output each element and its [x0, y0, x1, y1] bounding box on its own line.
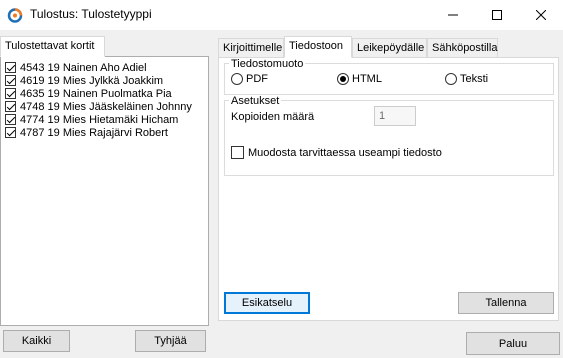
- save-button[interactable]: Tallenna: [458, 292, 554, 314]
- card-checkbox[interactable]: [5, 88, 16, 99]
- clear-selection-button[interactable]: Tyhjää: [135, 330, 206, 352]
- radio-text[interactable]: Teksti: [445, 73, 488, 85]
- card-checkbox[interactable]: [5, 62, 16, 73]
- card-checkbox[interactable]: [5, 114, 16, 125]
- minimize-button[interactable]: [431, 0, 475, 30]
- close-button[interactable]: [519, 0, 563, 30]
- list-item[interactable]: 4774 19 Mies Hietamäki Hicham: [5, 113, 178, 126]
- radio-button[interactable]: [231, 73, 243, 85]
- tab-clipboard[interactable]: Leikepöydälle: [352, 38, 427, 58]
- back-button[interactable]: Paluu: [466, 332, 560, 355]
- window-title: Tulostus: Tulostetyyppi: [30, 7, 152, 21]
- card-checkbox[interactable]: [5, 127, 16, 138]
- card-checkbox[interactable]: [5, 75, 16, 86]
- card-label: 4748 19 Mies Jääskeläinen Johnny: [20, 100, 192, 113]
- list-item[interactable]: 4748 19 Mies Jääskeläinen Johnny: [5, 100, 192, 113]
- minimize-icon: [448, 14, 458, 16]
- list-item[interactable]: 4619 19 Mies Jylkkä Joakkim: [5, 74, 163, 87]
- radio-text-label: Teksti: [460, 73, 489, 85]
- card-label: 4774 19 Mies Hietamäki Hicham: [20, 113, 179, 126]
- card-checkbox[interactable]: [5, 101, 16, 112]
- tab-content-panel: Tiedostomuoto PDF HTML Teksti Asetukset …: [218, 57, 559, 321]
- multiple-files-option[interactable]: Muodosta tarvittaessa useampi tiedosto: [231, 146, 442, 159]
- copies-input[interactable]: 1: [374, 106, 416, 126]
- card-list[interactable]: 4543 19 Nainen Aho Adiel 4619 19 Mies Jy…: [0, 56, 209, 326]
- maximize-icon: [492, 10, 502, 20]
- radio-pdf-label: PDF: [246, 73, 268, 85]
- radio-button[interactable]: [445, 73, 457, 85]
- file-format-label: Tiedostomuoto: [229, 58, 306, 70]
- radio-button[interactable]: [337, 73, 349, 85]
- select-all-button[interactable]: Kaikki: [3, 330, 70, 352]
- app-logo-icon: [7, 8, 23, 23]
- list-item[interactable]: 4543 19 Nainen Aho Adiel: [5, 61, 147, 74]
- card-label: 4635 19 Nainen Puolmatka Pia: [20, 87, 172, 100]
- list-item[interactable]: 4635 19 Nainen Puolmatka Pia: [5, 87, 172, 100]
- tab-to-file[interactable]: Tiedostoon: [284, 36, 352, 58]
- copies-label: Kopioiden määrä: [231, 111, 315, 123]
- radio-html-label: HTML: [352, 73, 382, 85]
- card-label: 4543 19 Nainen Aho Adiel: [20, 61, 147, 74]
- title-bar: Tulostus: Tulostetyyppi: [0, 0, 563, 30]
- tab-printable-cards[interactable]: Tulostettavat kortit: [0, 36, 105, 57]
- card-label: 4619 19 Mies Jylkkä Joakkim: [20, 74, 164, 87]
- radio-pdf[interactable]: PDF: [231, 73, 268, 85]
- list-item[interactable]: 4787 19 Mies Rajajärvi Robert: [5, 126, 168, 139]
- tab-printer[interactable]: Kirjoittimelle: [218, 38, 284, 58]
- settings-label: Asetukset: [229, 95, 282, 107]
- tab-email[interactable]: Sähköpostilla: [427, 38, 498, 58]
- radio-html[interactable]: HTML: [337, 73, 382, 85]
- card-label: 4787 19 Mies Rajajärvi Robert: [20, 126, 168, 139]
- maximize-button[interactable]: [475, 0, 519, 30]
- multiple-files-checkbox[interactable]: [231, 146, 244, 159]
- close-icon: [536, 10, 546, 20]
- preview-button[interactable]: Esikatselu: [224, 292, 310, 314]
- multiple-files-label: Muodosta tarvittaessa useampi tiedosto: [248, 146, 442, 159]
